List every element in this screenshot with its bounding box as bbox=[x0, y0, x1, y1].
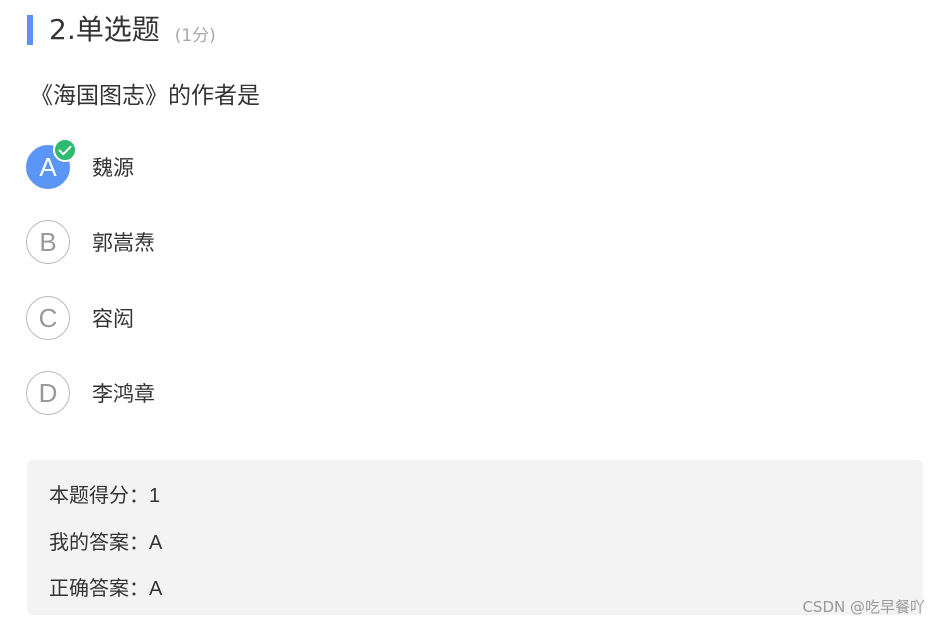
option-c-circle[interactable]: C bbox=[26, 296, 70, 340]
accent-bar bbox=[27, 15, 33, 45]
my-answer-row: 我的答案：A bbox=[49, 526, 162, 555]
correct-answer-value: A bbox=[149, 578, 163, 600]
result-panel: 本题得分：1 我的答案：A 正确答案：A bbox=[27, 460, 923, 615]
question-title: 2.单选题 bbox=[49, 13, 160, 46]
option-a-circle[interactable]: A bbox=[26, 138, 77, 189]
option-d-label: 李鸿章 bbox=[92, 382, 155, 406]
option-c-label: 容闳 bbox=[92, 307, 134, 331]
option-b[interactable]: B 郭嵩焘 bbox=[26, 220, 155, 264]
option-b-circle[interactable]: B bbox=[26, 220, 70, 264]
score-row: 本题得分：1 bbox=[49, 479, 160, 508]
option-c[interactable]: C 容闳 bbox=[26, 296, 134, 340]
question-text: 《海国图志》的作者是 bbox=[30, 83, 260, 109]
score-label: 本题得分： bbox=[49, 483, 149, 507]
my-answer-value: A bbox=[149, 532, 163, 554]
question-header: 2.单选题 (1分) bbox=[27, 14, 216, 46]
option-d-circle[interactable]: D bbox=[26, 371, 70, 415]
score-value: 1 bbox=[149, 485, 161, 507]
option-c-letter: C bbox=[38, 302, 58, 333]
watermark: CSDN @吃早餐吖 bbox=[802, 598, 925, 616]
correct-answer-label: 正确答案： bbox=[49, 576, 149, 600]
option-a-label: 魏源 bbox=[92, 156, 134, 180]
option-a[interactable]: A 魏源 bbox=[26, 138, 134, 189]
question-score: (1分) bbox=[174, 25, 216, 46]
my-answer-label: 我的答案： bbox=[49, 530, 149, 554]
option-d-letter: D bbox=[38, 377, 58, 408]
correct-answer-row: 正确答案：A bbox=[49, 572, 162, 601]
option-b-letter: B bbox=[39, 226, 57, 257]
check-icon bbox=[53, 138, 77, 162]
option-b-label: 郭嵩焘 bbox=[92, 231, 155, 255]
option-d[interactable]: D 李鸿章 bbox=[26, 371, 155, 415]
